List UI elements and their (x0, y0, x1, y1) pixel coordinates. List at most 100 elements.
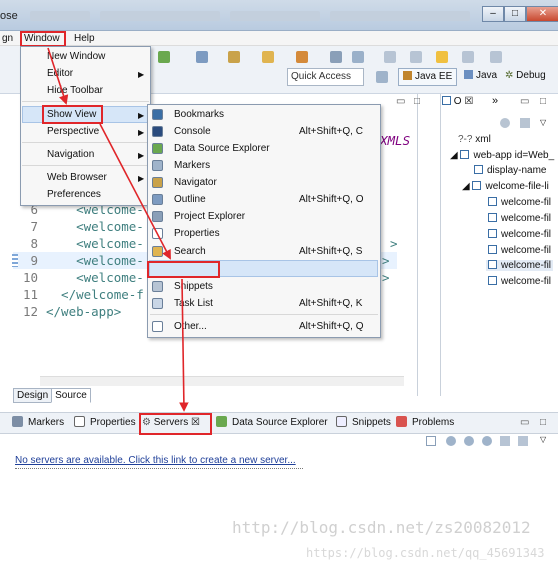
show-view-item-properties[interactable]: Properties (174, 225, 220, 242)
close-window-button[interactable]: ✕ (526, 6, 558, 22)
code-line[interactable]: </web-app> (46, 304, 121, 319)
edit-icon[interactable] (296, 51, 308, 63)
menu-separator (22, 142, 149, 143)
tab-source[interactable]: Source (51, 388, 91, 403)
editor-maximize-icon[interactable]: □ (414, 96, 420, 107)
profile-server-icon[interactable] (482, 436, 492, 446)
line-number: 10 (22, 270, 38, 285)
menu-help[interactable]: Help (72, 32, 97, 45)
show-view-item-console[interactable]: Console (174, 123, 211, 140)
forward-icon[interactable] (462, 51, 474, 63)
code-line[interactable]: <welcome- (46, 219, 144, 234)
tab-design[interactable]: Design (13, 388, 53, 403)
code-line[interactable]: <welcome- (46, 270, 144, 285)
publish-icon[interactable] (518, 436, 528, 446)
show-view-item-task-list[interactable]: Task List (174, 295, 213, 312)
outline-minimize-icon[interactable]: ▭ (520, 96, 529, 107)
show-view-item-snippets[interactable]: Snippets (174, 278, 213, 295)
menu-item-perspective[interactable]: Perspective (47, 123, 99, 140)
menu-navigate[interactable]: gn (0, 32, 15, 45)
outline-node[interactable]: welcome-fil (488, 229, 551, 240)
editor-minimize-icon[interactable]: ▭ (396, 96, 405, 107)
tab-snippets[interactable]: Snippets (336, 415, 391, 431)
outline-maximize-icon[interactable]: □ (540, 96, 546, 107)
stop-server-icon[interactable] (500, 436, 510, 446)
outline-node[interactable]: welcome-fil (488, 245, 551, 256)
annotation-icon[interactable] (384, 51, 396, 63)
outline-node[interactable]: welcome-fil (488, 213, 551, 224)
show-view-item-markers[interactable]: Markers (174, 157, 210, 174)
tab-markers[interactable]: Markers (12, 415, 64, 431)
perspective-java[interactable]: Java (460, 68, 501, 86)
outline-node[interactable]: ◢ welcome-file-li (462, 181, 549, 192)
open-folder-icon[interactable] (262, 51, 274, 63)
next-annotation-icon[interactable] (410, 51, 422, 63)
horizontal-scrollbar[interactable] (40, 376, 404, 386)
tab-label: Properties (90, 417, 136, 428)
maximize-button[interactable]: □ (504, 6, 526, 22)
outline-node[interactable]: ◢ web-app id=Web_ (450, 150, 554, 161)
outline-node[interactable]: ?-? xml (458, 134, 491, 145)
perspective-java-ee[interactable]: Java EE (398, 68, 458, 86)
tab-problems[interactable]: Problems (396, 415, 454, 431)
collapse-all-icon[interactable] (426, 436, 436, 446)
view-maximize-icon[interactable]: □ (540, 417, 546, 428)
blurred-title-segment (230, 11, 320, 21)
submenu-arrow-icon: ▶ (138, 128, 145, 137)
servers-tab-highlight (139, 413, 212, 435)
outline-icon (442, 96, 451, 105)
outline-node[interactable]: welcome-fil (488, 276, 551, 287)
outline-label: display-name (487, 165, 547, 176)
menu-item-web-browser[interactable]: Web Browser (47, 169, 107, 186)
element-icon (488, 276, 497, 285)
tab-data-source-explorer[interactable]: Data Source Explorer (216, 415, 328, 431)
view-minimize-icon[interactable]: ▭ (520, 417, 529, 428)
show-view-item-other[interactable]: Other... (174, 318, 207, 335)
quick-access-field[interactable]: Quick Access (287, 68, 364, 86)
show-view-item-data-source-explorer[interactable]: Data Source Explorer (174, 140, 270, 157)
other-icon (152, 321, 163, 332)
element-icon (488, 229, 497, 238)
show-view-item-outline[interactable]: Outline (174, 191, 206, 208)
perspective-debug[interactable]: ✲ Debug (501, 68, 550, 86)
code-line[interactable]: </welcome-f (46, 287, 144, 302)
menu-item-preferences[interactable]: Preferences (47, 186, 101, 203)
outline-tab[interactable]: O ☒ (442, 96, 473, 107)
debug-server-icon[interactable] (446, 436, 456, 446)
more-views-icon[interactable]: » (492, 95, 498, 107)
create-server-link[interactable]: No servers are available. Click this lin… (15, 455, 296, 466)
outline-collapse-icon[interactable] (500, 118, 510, 128)
outline-menu-icon[interactable]: ▽ (540, 118, 546, 127)
outline-node[interactable]: display-name (474, 165, 546, 176)
run-icon[interactable] (158, 51, 170, 63)
menu-item-new-window[interactable]: New Window (47, 48, 105, 65)
view-menu-icon[interactable]: ▽ (540, 435, 546, 444)
new-icon[interactable] (228, 51, 240, 63)
show-view-item-search[interactable]: Search (174, 243, 206, 260)
code-line[interactable]: <welcome- (46, 253, 144, 268)
title-bar: ose – □ ✕ (0, 0, 558, 31)
minimize-button[interactable]: – (482, 6, 504, 22)
show-view-item-navigator[interactable]: Navigator (174, 174, 217, 191)
open-perspective-icon[interactable] (376, 71, 388, 83)
menu-item-hide-toolbar[interactable]: Hide Toolbar (47, 82, 103, 99)
outline-node[interactable]: welcome-fil (488, 197, 551, 208)
menu-item-editor[interactable]: Editor (47, 65, 73, 82)
outline-label: welcome-fil (501, 260, 552, 271)
globe-icon[interactable] (352, 51, 364, 63)
show-view-item-bookmarks[interactable]: Bookmarks (174, 106, 224, 123)
nav-forward-icon[interactable] (490, 51, 502, 63)
submenu-arrow-icon: ▶ (138, 151, 145, 160)
outline-sort-icon[interactable] (520, 118, 530, 128)
menu-item-navigation[interactable]: Navigation (47, 146, 94, 163)
back-icon[interactable] (436, 51, 448, 63)
debug-icon[interactable] (196, 51, 208, 63)
tab-properties[interactable]: Properties (74, 415, 136, 431)
code-line[interactable]: <welcome- (46, 236, 144, 251)
start-server-icon[interactable] (464, 436, 474, 446)
snippets-icon (336, 416, 347, 427)
show-view-item-project-explorer[interactable]: Project Explorer (174, 208, 245, 225)
outline-node-selected[interactable]: welcome-fil (486, 260, 554, 271)
xmlns-fragment: XMLS (380, 133, 411, 148)
search-icon[interactable] (330, 51, 342, 63)
